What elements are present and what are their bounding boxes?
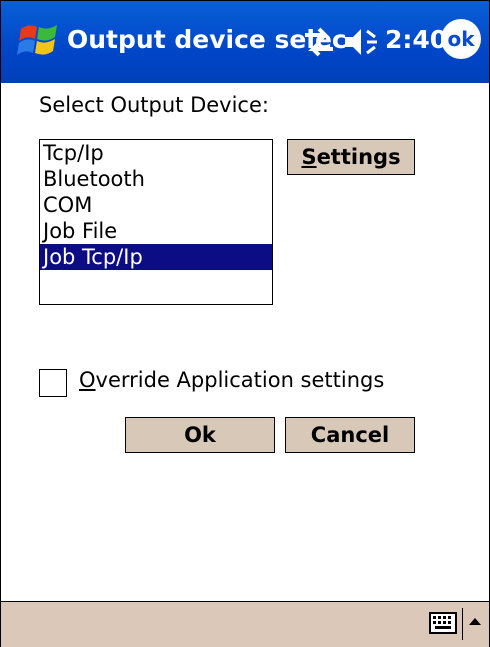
menu-bar (1, 601, 489, 647)
override-checkbox-label[interactable]: Override Application settings (79, 368, 384, 392)
window-frame: Output device selec 2:40 ok Select Outpu… (0, 0, 490, 647)
settings-label: ettings (316, 145, 401, 169)
output-device-list[interactable]: Tcp/Ip Bluetooth COM Job File Job Tcp/Ip (39, 139, 273, 305)
sip-arrow-icon[interactable] (467, 614, 483, 630)
select-output-device-label: Select Output Device: (39, 93, 269, 117)
clock[interactable]: 2:40 (385, 25, 447, 54)
volume-icon[interactable] (343, 25, 379, 59)
settings-button[interactable]: Settings (287, 139, 415, 175)
list-item-job-file[interactable]: Job File (40, 218, 272, 244)
list-item-tcp-ip[interactable]: Tcp/Ip (40, 140, 272, 166)
list-item-job-tcp-ip[interactable]: Job Tcp/Ip (40, 244, 272, 270)
override-mnemonic: O (79, 368, 96, 392)
cancel-button[interactable]: Cancel (285, 417, 415, 453)
keyboard-icon[interactable] (429, 612, 457, 634)
override-label-text: verride Application settings (95, 368, 385, 392)
ok-button[interactable]: Ok (125, 417, 275, 453)
windows-start-icon[interactable] (17, 19, 61, 63)
list-item-com[interactable]: COM (40, 192, 272, 218)
list-item-bluetooth[interactable]: Bluetooth (40, 166, 272, 192)
ok-title-button[interactable]: ok (441, 19, 481, 59)
override-checkbox[interactable] (39, 369, 67, 397)
title-bar: Output device selec 2:40 ok (1, 1, 489, 83)
settings-mnemonic: S (301, 145, 317, 169)
connectivity-icon[interactable] (301, 25, 337, 59)
menu-divider (462, 608, 463, 640)
